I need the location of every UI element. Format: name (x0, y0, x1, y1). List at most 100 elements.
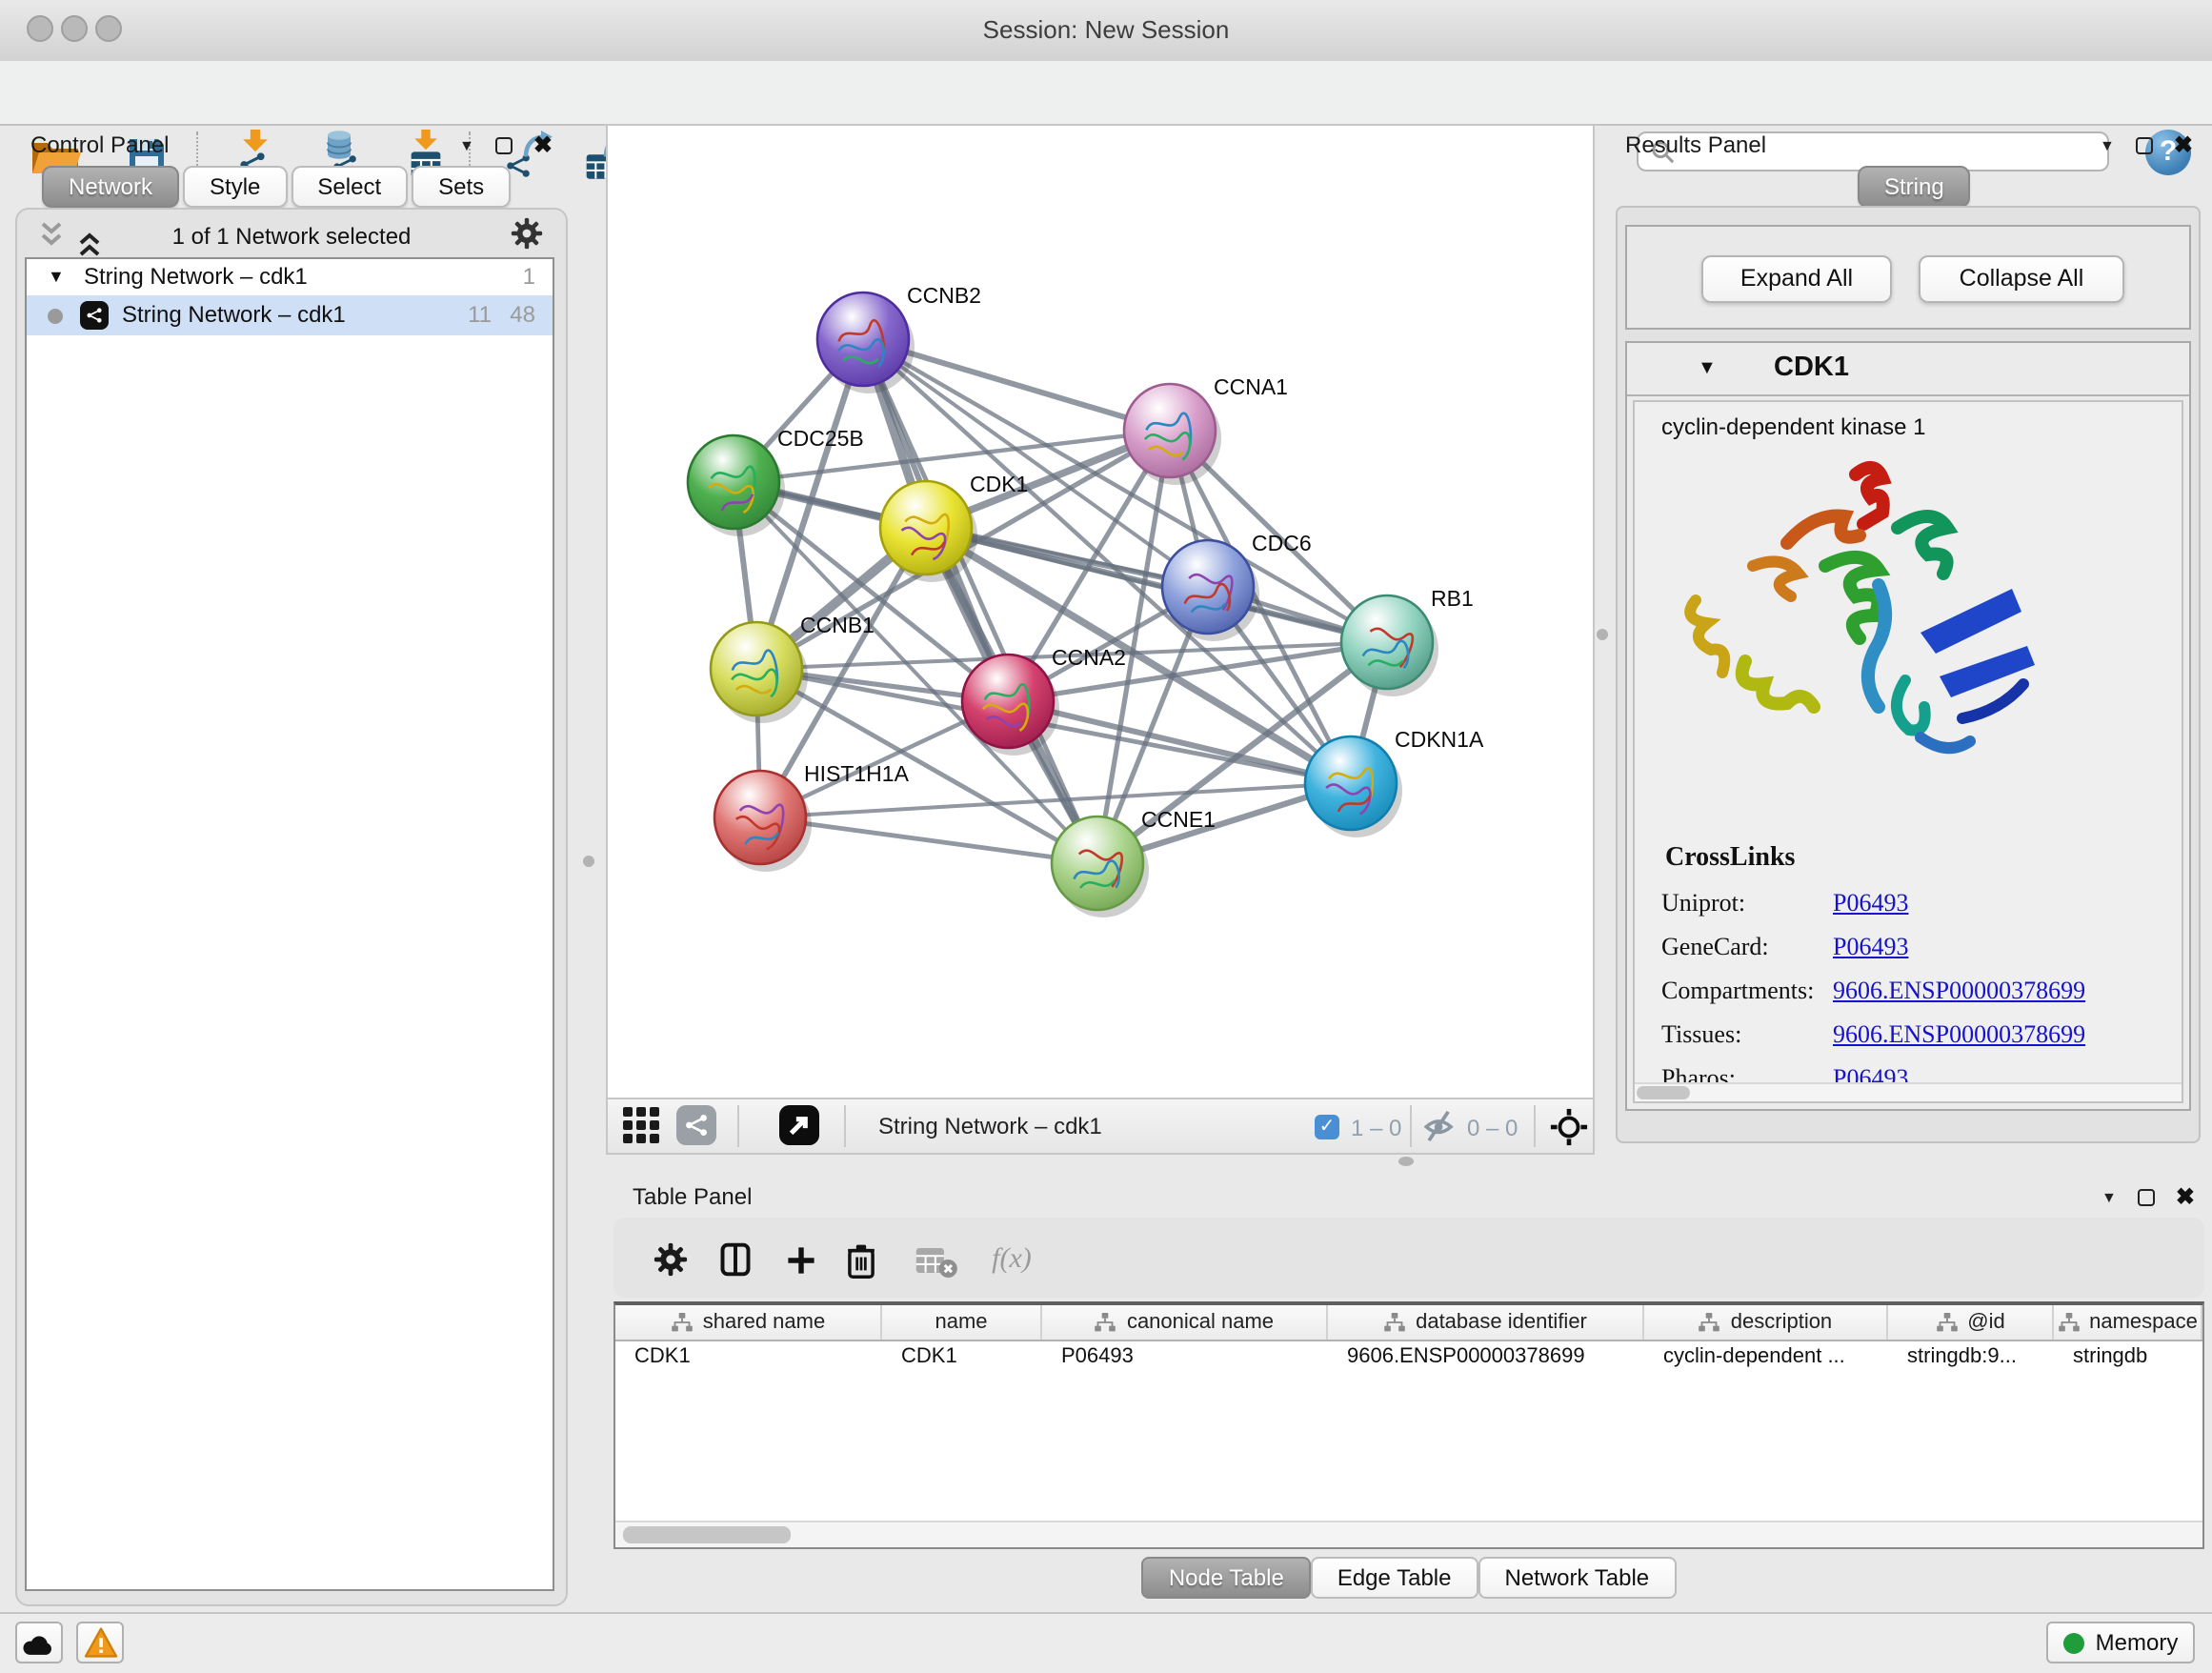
panel-float-icon[interactable] (2138, 1188, 2155, 1205)
crosslink-link[interactable]: 9606.ENSP00000378699 (1833, 1019, 2085, 1050)
tab-style[interactable]: Style (183, 166, 287, 208)
network-tree-row-selected[interactable]: String Network – cdk1 11 48 (27, 295, 553, 335)
column-header[interactable]: @id (1888, 1305, 2054, 1340)
network-node[interactable]: HIST1H1A (714, 761, 910, 872)
fit-content-button[interactable] (1549, 1107, 1589, 1157)
panel-float-icon[interactable] (495, 136, 513, 153)
column-header[interactable]: name (882, 1305, 1042, 1340)
column-header[interactable]: canonical name (1042, 1305, 1328, 1340)
cloud-status-button[interactable] (15, 1622, 63, 1663)
panel-float-icon[interactable] (2136, 136, 2153, 153)
panel-close-icon[interactable]: ✖ (2176, 1185, 2195, 1208)
share-icon (684, 1113, 709, 1138)
node-label: CCNA2 (1052, 645, 1126, 670)
delete-column-button[interactable] (838, 1239, 884, 1280)
toolbar-divider (844, 1105, 846, 1147)
crosslink-label: Compartments: (1661, 976, 1814, 1006)
warning-icon (83, 1627, 117, 1658)
network-view-title: String Network – cdk1 (878, 1113, 1102, 1139)
crosslink-link[interactable]: P06493 (1833, 932, 1908, 962)
network-options-button[interactable] (511, 217, 543, 259)
delete-table-button-disabled[interactable] (909, 1239, 962, 1280)
left-splitter-handle[interactable] (583, 856, 594, 867)
results-panel-title: Results Panel (1625, 131, 1766, 158)
network-share-button[interactable] (676, 1105, 716, 1145)
tab-string[interactable]: String (1858, 166, 1971, 208)
column-header[interactable]: database identifier (1328, 1305, 1644, 1340)
tab-node-table[interactable]: Node Table (1142, 1557, 1311, 1599)
tab-edge-table[interactable]: Edge Table (1311, 1557, 1478, 1599)
collapse-all-button[interactable]: Collapse All (1919, 255, 2124, 303)
table-options-button[interactable] (648, 1239, 694, 1280)
crosslink-row: GeneCard: P06493 (1635, 926, 2182, 970)
tree-expand-icon[interactable]: ▼ (48, 259, 65, 295)
sitemap-icon (2057, 1313, 2080, 1332)
network-collection-label: String Network – cdk1 (84, 259, 308, 295)
node-label: RB1 (1431, 586, 1474, 611)
memory-button[interactable]: Memory (2046, 1622, 2195, 1663)
expand-collapse-bar: Expand All Collapse All (1625, 225, 2191, 330)
results-hscrollbar[interactable] (1635, 1082, 2182, 1101)
node-label: HIST1H1A (804, 761, 910, 786)
network-node[interactable]: CDKN1A (1305, 727, 1484, 837)
birds-eye-view-button[interactable] (779, 1105, 819, 1155)
selected-checkbox[interactable]: ✓ (1315, 1115, 1339, 1139)
panel-menu-icon[interactable]: ▼ (459, 136, 474, 153)
delete-table-icon (914, 1241, 957, 1278)
show-grid-button[interactable] (623, 1107, 661, 1155)
grid-icon (623, 1107, 661, 1145)
crosslink-link[interactable]: 9606.ENSP00000378699 (1833, 976, 2085, 1006)
columns-icon (718, 1242, 753, 1277)
titlebar: Session: New Session (0, 0, 2212, 63)
collapse-entry-icon[interactable]: ▼ (1698, 358, 1717, 379)
network-node[interactable]: CCNA1 (1124, 374, 1288, 485)
entry-header[interactable]: ▼ CDK1 (1627, 343, 2189, 396)
column-header[interactable]: description (1644, 1305, 1888, 1340)
node-label: CCNA1 (1214, 374, 1288, 399)
collection-count: 1 (523, 259, 535, 295)
network-node[interactable]: CCNB1 (711, 613, 875, 723)
column-header[interactable]: namespace (2054, 1305, 2202, 1340)
panel-menu-icon[interactable]: ▼ (2100, 136, 2115, 153)
show-columns-button[interactable] (713, 1239, 758, 1280)
network-node[interactable]: CCNA2 (962, 645, 1126, 756)
column-header[interactable]: shared name (615, 1305, 882, 1340)
warnings-button[interactable] (76, 1622, 124, 1663)
table-row[interactable]: CDK1 CDK1 P06493 9606.ENSP00000378699 cy… (615, 1341, 2202, 1374)
expand-all-button[interactable]: Expand All (1701, 255, 1892, 303)
network-node[interactable]: RB1 (1341, 586, 1474, 696)
table-hscrollbar[interactable] (615, 1521, 2202, 1547)
hidden-items-icon[interactable] (1423, 1109, 1459, 1153)
crosslink-link[interactable]: P06493 (1833, 888, 1908, 918)
network-canvas[interactable]: CCNB2CCNA1CDC25BCDK1CDC6RB1CCNB1CCNA2CDK… (606, 124, 1595, 1099)
node-result-entry: ▼ CDK1 cyclin-dependent kinase 1 (1625, 341, 2191, 1111)
control-panel: Control Panel ▼ ✖ Network Style Select S… (8, 124, 572, 1610)
status-bar: Memory (0, 1612, 2212, 1673)
window-title: Session: New Session (0, 15, 2212, 44)
tab-network-table[interactable]: Network Table (1478, 1557, 1677, 1599)
tab-network[interactable]: Network (42, 166, 179, 208)
protein-structure-image (1673, 448, 2054, 829)
create-column-button[interactable] (777, 1239, 823, 1280)
network-node[interactable]: CCNB2 (817, 283, 981, 393)
function-builder-button-disabled[interactable]: f(x) (979, 1239, 1044, 1280)
sitemap-icon (1935, 1313, 1958, 1332)
bottom-splitter-handle[interactable] (1398, 1157, 1414, 1166)
birds-eye-icon (779, 1105, 819, 1145)
crosslink-row: Compartments: 9606.ENSP00000378699 (1635, 970, 2182, 1014)
gear-icon (654, 1242, 688, 1277)
node-table: shared name name canonical name database… (613, 1301, 2204, 1549)
right-splitter-handle[interactable] (1597, 629, 1608, 640)
selected-count: 1 – 0 (1351, 1115, 1401, 1141)
tab-select[interactable]: Select (291, 166, 408, 208)
network-node[interactable]: CCNE1 (1052, 807, 1216, 917)
panel-close-icon[interactable]: ✖ (533, 133, 553, 156)
tab-sets[interactable]: Sets (412, 166, 511, 208)
crosslinks-title: CrossLinks (1665, 844, 1795, 875)
panel-close-icon[interactable]: ✖ (2174, 133, 2193, 156)
network-tree-root-row[interactable]: ▼ String Network – cdk1 1 (27, 259, 553, 295)
network-node[interactable]: CDC25B (688, 426, 864, 536)
network-view-toolbar: String Network – cdk1 ✓ 1 – 0 0 – 0 (606, 1099, 1595, 1155)
panel-menu-icon[interactable]: ▼ (2101, 1188, 2117, 1205)
hidden-count: 0 – 0 (1467, 1115, 1518, 1141)
